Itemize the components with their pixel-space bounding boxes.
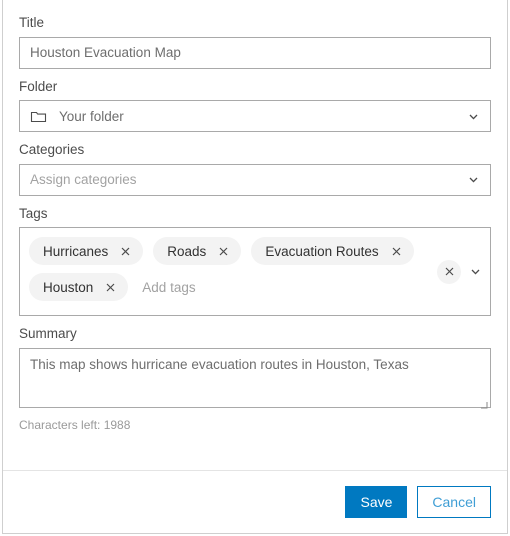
tag-chip[interactable]: Hurricanes bbox=[29, 237, 144, 265]
tags-label: Tags bbox=[19, 205, 48, 221]
close-icon[interactable] bbox=[217, 245, 230, 258]
save-button[interactable]: Save bbox=[345, 486, 408, 518]
clear-tags-button[interactable] bbox=[437, 259, 461, 284]
item-details-panel: Title Folder Your folder bbox=[2, 0, 508, 534]
tag-chip[interactable]: Roads bbox=[153, 237, 242, 265]
summary-textarea-wrap bbox=[19, 347, 491, 408]
field-folder: Folder Your folder bbox=[19, 78, 491, 132]
form-body: Title Folder Your folder bbox=[3, 0, 507, 432]
title-input[interactable] bbox=[19, 36, 491, 69]
tag-chip[interactable]: Evacuation Routes bbox=[251, 237, 414, 265]
tags-chip-list: Hurricanes Roads Evacuation Routes Houst… bbox=[29, 237, 428, 301]
title-label: Title bbox=[19, 15, 45, 30]
tag-chip[interactable]: Houston bbox=[29, 273, 129, 301]
footer-actions: Save Cancel bbox=[3, 471, 507, 533]
folder-label: Folder bbox=[19, 78, 58, 94]
folder-icon bbox=[30, 108, 47, 125]
tags-input-container[interactable]: Hurricanes Roads Evacuation Routes Houst… bbox=[19, 227, 491, 316]
field-title: Title bbox=[19, 16, 491, 69]
chevron-down-icon[interactable] bbox=[467, 110, 480, 123]
add-tags-input[interactable] bbox=[138, 278, 255, 296]
characters-left-text: Characters left: 1988 bbox=[19, 417, 131, 432]
categories-value: Assign categories bbox=[30, 172, 137, 187]
close-icon[interactable] bbox=[119, 245, 132, 258]
tag-chip-label: Houston bbox=[43, 279, 94, 295]
close-icon[interactable] bbox=[390, 245, 403, 258]
field-tags: Tags Hurricanes Roads Evacuation Routes … bbox=[19, 205, 491, 316]
tag-chip-label: Hurricanes bbox=[43, 243, 109, 259]
categories-label: Categories bbox=[19, 142, 85, 157]
folder-value: Your folder bbox=[59, 108, 124, 124]
close-icon[interactable] bbox=[104, 281, 117, 294]
summary-textarea[interactable] bbox=[19, 347, 491, 408]
tag-chip-label: Roads bbox=[167, 243, 207, 259]
field-categories: Categories Assign categories bbox=[19, 143, 491, 196]
summary-label: Summary bbox=[19, 326, 77, 341]
categories-select[interactable]: Assign categories bbox=[19, 163, 491, 196]
field-summary: Summary Characters left: 1988 bbox=[19, 327, 491, 432]
tags-actions bbox=[437, 259, 482, 284]
folder-select[interactable]: Your folder bbox=[19, 100, 491, 132]
cancel-button[interactable]: Cancel bbox=[417, 486, 491, 518]
chevron-down-icon[interactable] bbox=[469, 265, 482, 278]
chevron-down-icon[interactable] bbox=[467, 173, 480, 186]
tag-chip-label: Evacuation Routes bbox=[265, 243, 379, 259]
